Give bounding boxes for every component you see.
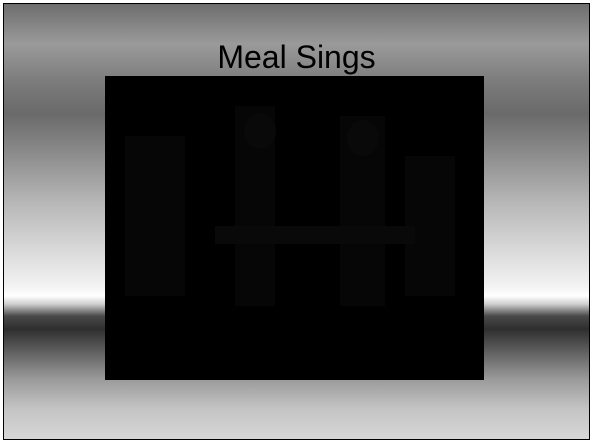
- dark-photo-image: [105, 76, 484, 380]
- slide-photo: [105, 76, 484, 380]
- presentation-slide: Meal Sings: [3, 3, 590, 440]
- slide-title: Meal Sings: [217, 39, 376, 75]
